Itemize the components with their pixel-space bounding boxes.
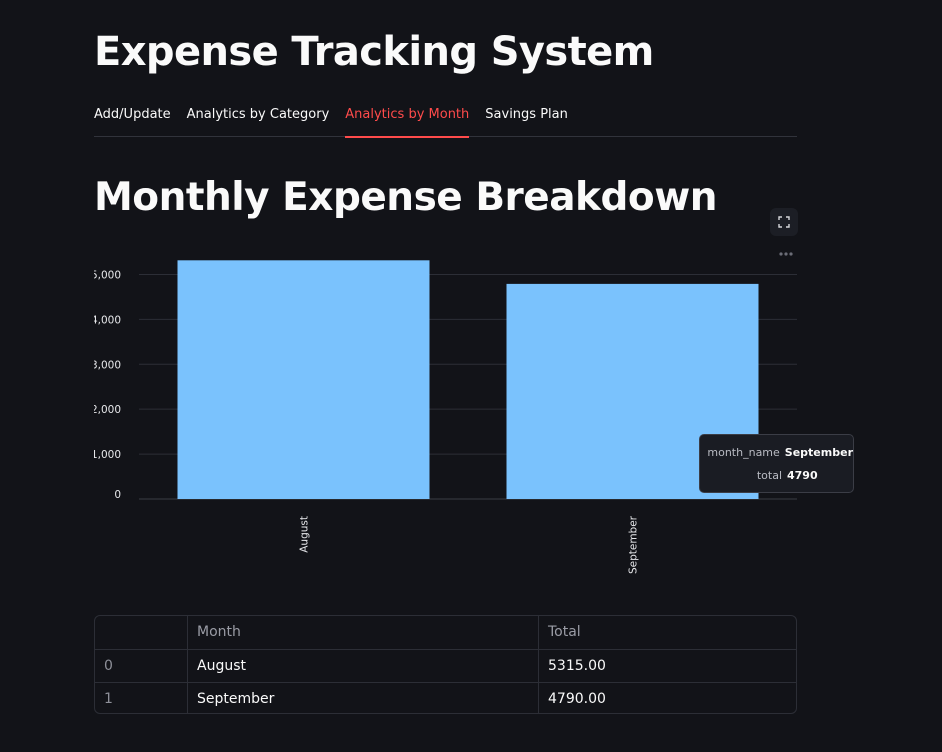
- table-header-row: Month Total: [95, 616, 796, 649]
- tab-bar: Add/Update Analytics by Category Analyti…: [94, 104, 797, 138]
- total-cell[interactable]: 5315.00: [539, 650, 796, 682]
- month-cell[interactable]: August: [188, 650, 539, 682]
- column-header-total[interactable]: Total: [539, 616, 796, 649]
- monthly-data-table[interactable]: Month Total 0 August 5315.00 1 September…: [94, 615, 797, 714]
- x-tick-label: September: [628, 515, 640, 574]
- fullscreen-icon: [778, 216, 790, 228]
- tooltip-value: 4790: [787, 469, 818, 482]
- tooltip-row: month_name September: [700, 446, 853, 462]
- tab-analytics-by-category[interactable]: Analytics by Category: [187, 104, 330, 137]
- tab-savings-plan[interactable]: Savings Plan: [485, 104, 568, 137]
- table-row[interactable]: 1 September 4790.00: [95, 682, 796, 713]
- section-title: Monthly Expense Breakdown: [94, 175, 717, 220]
- chart-tooltip: month_name September total 4790: [699, 434, 854, 493]
- app-title: Expense Tracking System: [94, 29, 654, 75]
- tooltip-key: month_name: [707, 446, 780, 459]
- table-row[interactable]: 0 August 5315.00: [95, 649, 796, 682]
- row-index-cell: 1: [95, 683, 188, 713]
- y-tick-label: 2,000: [94, 404, 121, 416]
- month-cell[interactable]: September: [188, 683, 539, 713]
- bar-august[interactable]: [177, 260, 430, 499]
- column-header-index[interactable]: [95, 616, 188, 649]
- y-tick-label: 4,000: [94, 314, 121, 326]
- tooltip-row: total 4790: [700, 469, 853, 485]
- fullscreen-button[interactable]: [770, 208, 798, 236]
- row-index-cell: 0: [95, 650, 188, 682]
- x-tick-label: August: [299, 516, 311, 553]
- y-tick-label: 3,000: [94, 359, 121, 371]
- y-tick-label: 0: [114, 489, 121, 501]
- column-header-month[interactable]: Month: [188, 616, 539, 649]
- y-tick-label: 1,000: [94, 449, 121, 461]
- tooltip-value: September: [784, 446, 853, 459]
- tab-add-update[interactable]: Add/Update: [94, 104, 171, 137]
- y-tick-label: 5,000: [94, 269, 121, 281]
- tab-analytics-by-month[interactable]: Analytics by Month: [345, 104, 470, 138]
- monthly-expense-bar-chart: 0 1,000 2,000 3,000 4,000 5,000 August Septembe…: [94, 260, 797, 574]
- total-cell[interactable]: 4790.00: [539, 683, 796, 713]
- tooltip-key: total: [756, 469, 782, 482]
